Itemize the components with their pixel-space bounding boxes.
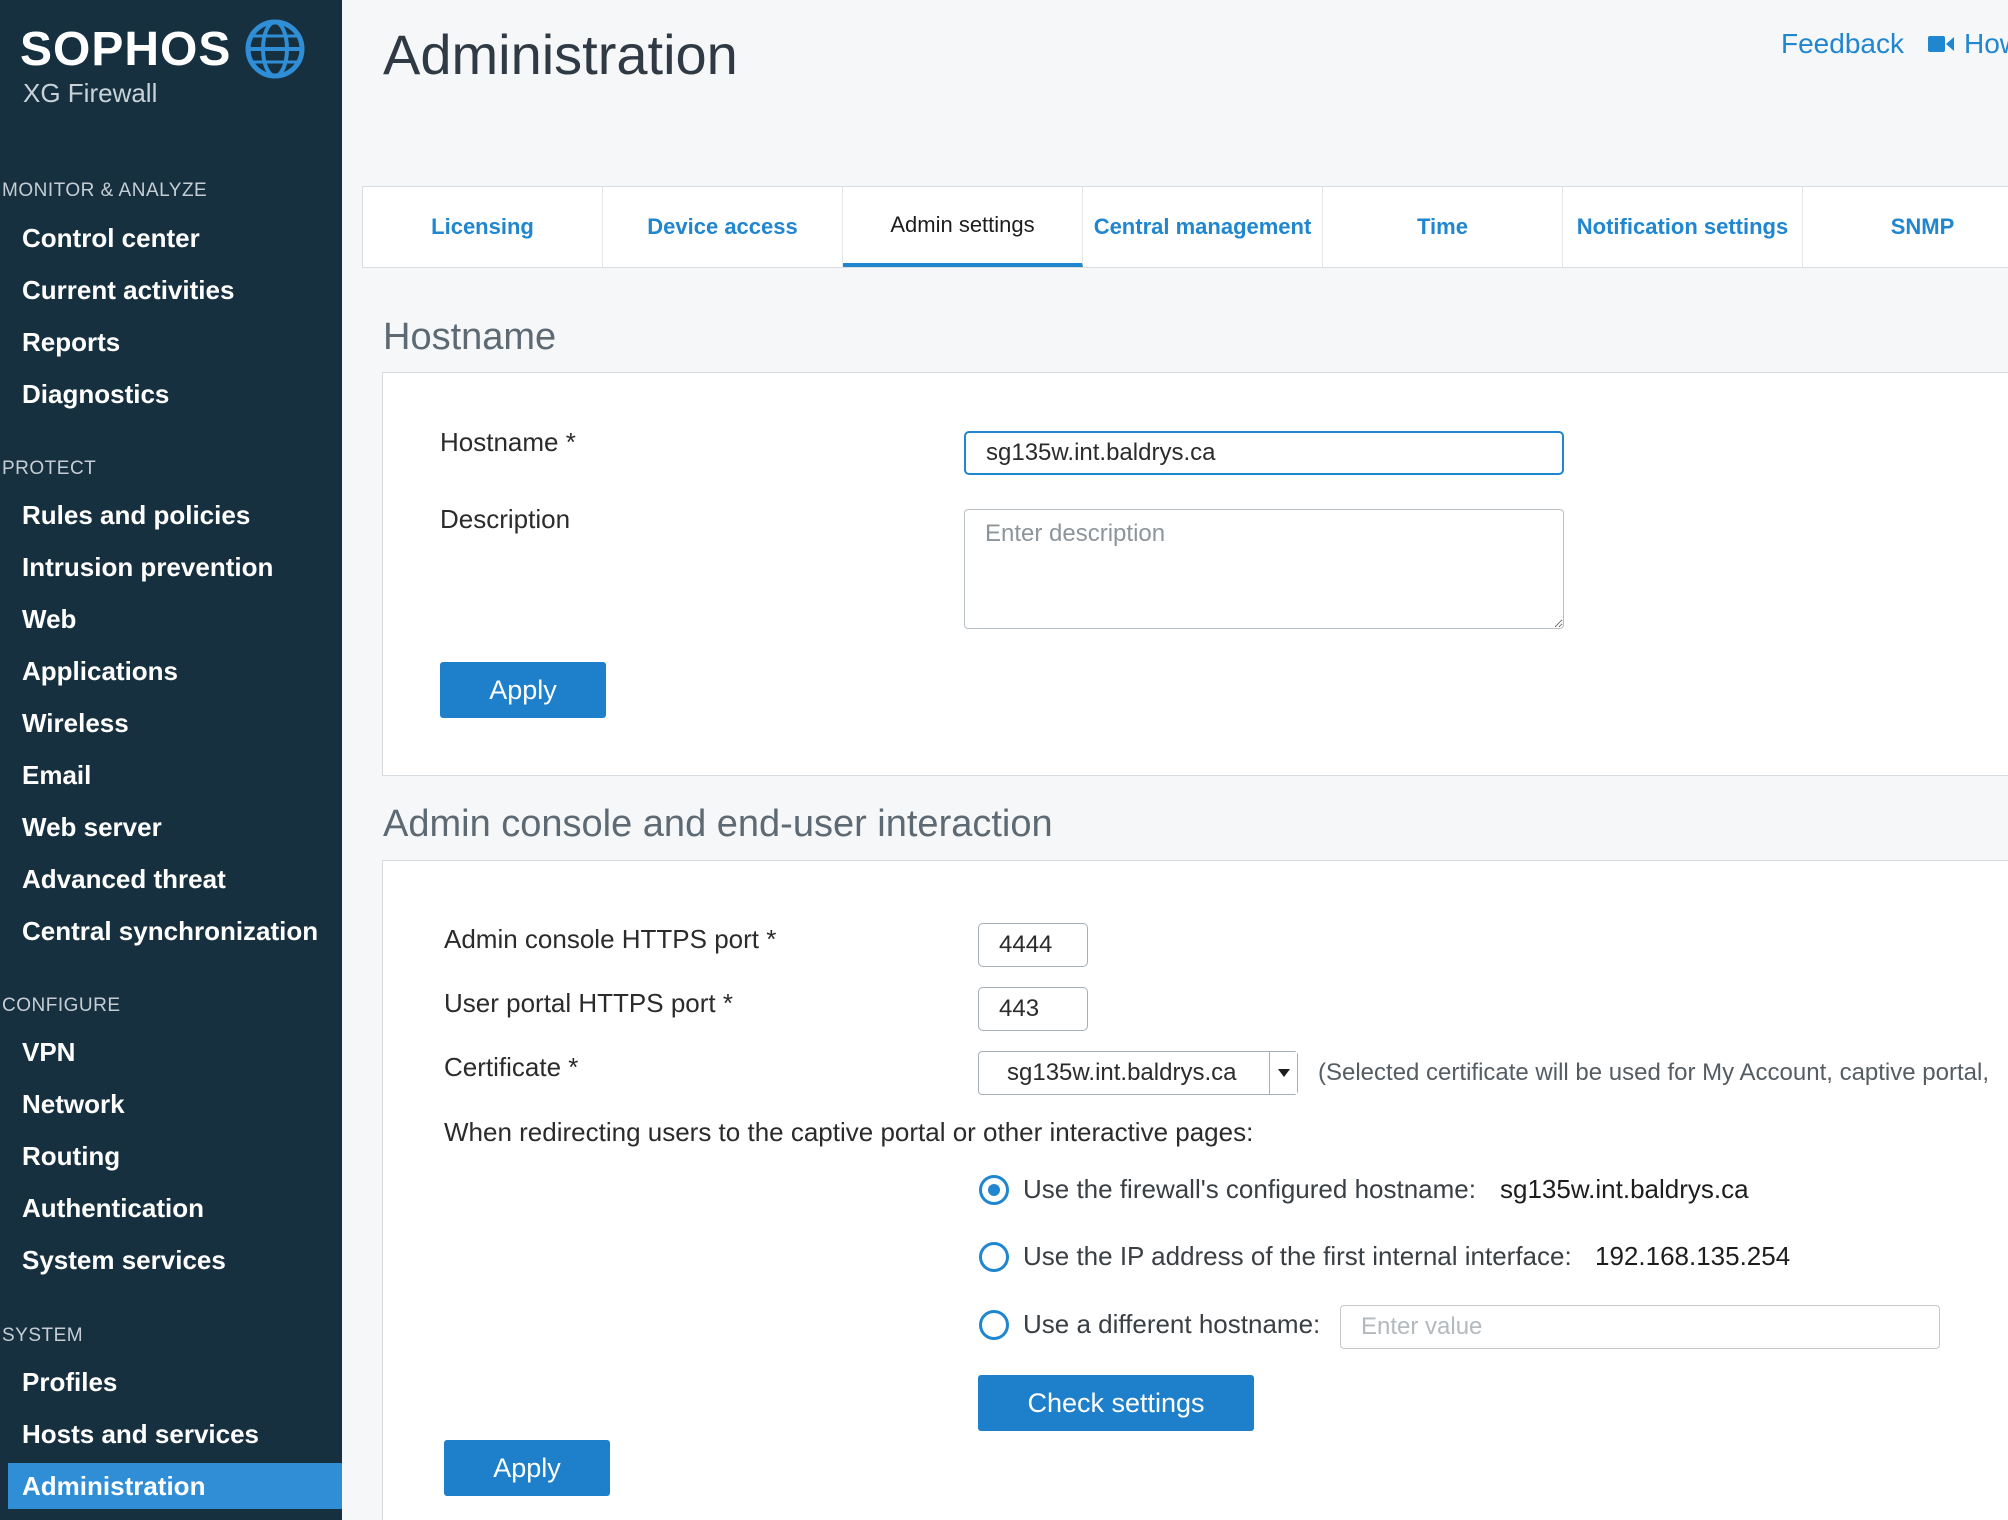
nav-section-monitor: MONITOR & ANALYZE — [2, 180, 208, 201]
admin-section-title: Admin console and end-user interaction — [383, 803, 1053, 845]
nav-item-advanced-threat[interactable]: Advanced threat — [0, 856, 342, 902]
nav-item-wireless[interactable]: Wireless — [0, 700, 342, 746]
nav-item-diagnostics[interactable]: Diagnostics — [0, 371, 342, 417]
tab-licensing[interactable]: Licensing — [363, 187, 603, 267]
nav-item-routing[interactable]: Routing — [0, 1133, 342, 1179]
hostname-input[interactable] — [964, 431, 1564, 475]
radio-configured-hostname[interactable] — [979, 1175, 1009, 1205]
nav-item-intrusion-prevention[interactable]: Intrusion prevention — [0, 544, 342, 590]
nav-item-authentication[interactable]: Authentication — [0, 1185, 342, 1231]
radio-configured-hostname-label: Use the firewall's configured hostname: — [1023, 1174, 1476, 1204]
nav-section-protect: PROTECT — [2, 458, 97, 479]
description-label: Description — [440, 504, 571, 534]
video-camera-icon — [1928, 36, 1954, 52]
internal-interface-ip-value: 192.168.135.254 — [1595, 1241, 1791, 1271]
tab-time[interactable]: Time — [1323, 187, 1563, 267]
radio-different-hostname[interactable] — [979, 1310, 1009, 1340]
admin-port-input[interactable] — [978, 923, 1088, 967]
hostname-label: Hostname * — [440, 427, 576, 457]
configured-hostname-value: sg135w.int.baldrys.ca — [1500, 1174, 1749, 1204]
redirect-label: When redirecting users to the captive po… — [444, 1117, 1254, 1147]
nav-item-email[interactable]: Email — [0, 752, 342, 798]
tab-bar: Licensing Device access Admin settings C… — [362, 186, 2008, 268]
hostname-apply-button[interactable]: Apply — [440, 662, 606, 718]
user-portal-port-input[interactable] — [978, 987, 1088, 1031]
nav-item-vpn[interactable]: VPN — [0, 1029, 342, 1075]
radio-internal-interface-ip[interactable] — [979, 1242, 1009, 1272]
nav-item-system-services[interactable]: System services — [0, 1237, 342, 1283]
nav-item-applications[interactable]: Applications — [0, 648, 342, 694]
page-title: Administration — [383, 23, 738, 86]
nav-item-current-activities[interactable]: Current activities — [0, 267, 342, 313]
nav-section-configure: CONFIGURE — [2, 995, 121, 1016]
radio-internal-interface-ip-label: Use the IP address of the first internal… — [1023, 1241, 1572, 1271]
nav-item-reports[interactable]: Reports — [0, 319, 342, 365]
nav-section-system: SYSTEM — [2, 1325, 84, 1346]
feedback-link[interactable]: Feedback — [1781, 28, 1904, 60]
brand-product: XG Firewall — [23, 78, 158, 108]
certificate-hint: (Selected certificate will be used for M… — [1318, 1059, 1989, 1086]
nav-item-web-server[interactable]: Web server — [0, 804, 342, 850]
tab-notification-settings[interactable]: Notification settings — [1563, 187, 1803, 267]
tab-snmp[interactable]: SNMP — [1803, 187, 2008, 267]
how-to-label: How — [1964, 28, 2008, 59]
admin-apply-button[interactable]: Apply — [444, 1440, 610, 1496]
admin-console-panel: Admin console HTTPS port * User portal H… — [382, 860, 2008, 1520]
tab-admin-settings[interactable]: Admin settings — [843, 187, 1083, 267]
certificate-select-value: sg135w.int.baldrys.ca — [1007, 1059, 1237, 1086]
sidebar: SOPHOS XG Firewall MONITOR & ANALYZE Con… — [0, 0, 342, 1520]
description-textarea[interactable] — [964, 509, 1564, 629]
nav-item-profiles[interactable]: Profiles — [0, 1359, 342, 1405]
nav-item-hosts-and-services[interactable]: Hosts and services — [0, 1411, 342, 1457]
nav-item-administration[interactable]: Administration — [8, 1463, 342, 1509]
dropdown-arrow-icon[interactable] — [1269, 1052, 1297, 1094]
certificate-select[interactable]: sg135w.int.baldrys.ca — [978, 1051, 1298, 1095]
nav-item-central-synchronization[interactable]: Central synchronization — [0, 908, 342, 954]
certificate-label: Certificate * — [444, 1052, 579, 1082]
admin-port-label: Admin console HTTPS port * — [444, 924, 777, 954]
nav-item-rules-and-policies[interactable]: Rules and policies — [0, 492, 342, 538]
nav-item-control-center[interactable]: Control center — [0, 215, 342, 261]
how-to-videos-link[interactable]: How — [1928, 28, 2008, 60]
tab-central-management[interactable]: Central management — [1083, 187, 1323, 267]
check-settings-button[interactable]: Check settings — [978, 1375, 1254, 1431]
brand-name: SOPHOS — [20, 23, 232, 76]
nav-item-web[interactable]: Web — [0, 596, 342, 642]
user-portal-port-label: User portal HTTPS port * — [444, 988, 733, 1018]
different-hostname-input[interactable] — [1340, 1305, 1940, 1349]
globe-icon — [245, 19, 305, 79]
hostname-section-title: Hostname — [383, 316, 557, 358]
radio-different-hostname-label: Use a different hostname: — [1023, 1309, 1321, 1339]
tab-device-access[interactable]: Device access — [603, 187, 843, 267]
nav-item-network[interactable]: Network — [0, 1081, 342, 1127]
brand-logo[interactable]: SOPHOS XG Firewall — [20, 19, 320, 110]
hostname-panel: Hostname * Description Apply — [382, 372, 2008, 776]
